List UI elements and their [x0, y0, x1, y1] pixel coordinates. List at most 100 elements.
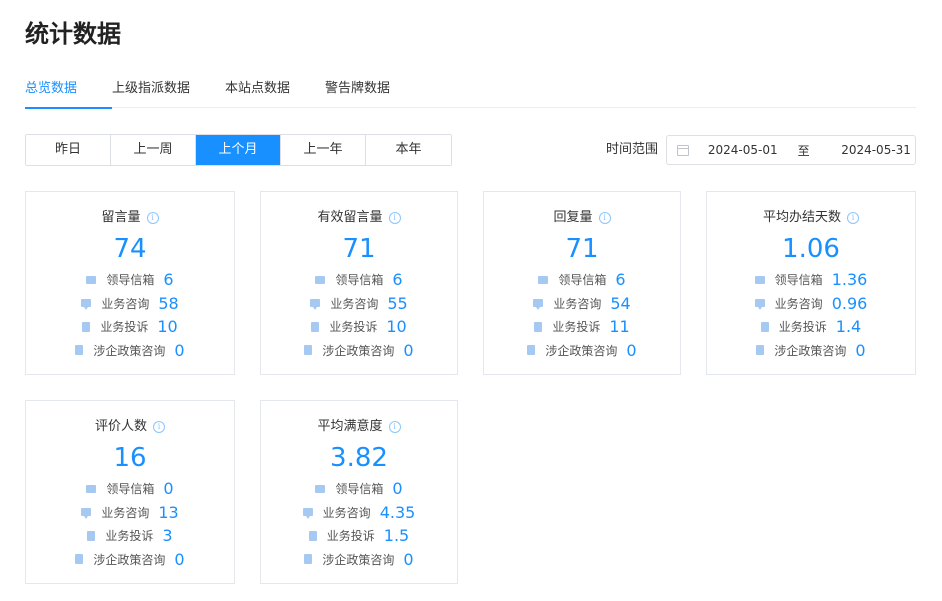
chat-icon — [754, 299, 765, 311]
period-this-year-button[interactable]: 本年 — [366, 135, 451, 165]
breakdown-label: 业务投诉 — [778, 320, 827, 335]
document-icon — [311, 321, 320, 332]
period-last-month-button[interactable]: 上个月 — [196, 135, 281, 165]
breakdown-value: 3 — [162, 526, 173, 546]
card-breakdown: 领导信箱 0 业务咨询 13 业务投诉 3 涉企政策咨询 0 — [26, 477, 234, 571]
breakdown-label: 业务投诉 — [326, 529, 375, 544]
breakdown-label: 领导信箱 — [335, 273, 384, 288]
card-title: 平均满意度 — [317, 419, 383, 434]
mail-icon — [538, 275, 549, 284]
info-icon[interactable]: i — [388, 421, 401, 433]
breakdown-value: 1.5 — [383, 526, 410, 546]
info-icon[interactable]: i — [146, 212, 159, 224]
date-range-label: 时间范围 — [606, 142, 659, 157]
period-selector: 昨日 上一周 上个月 上一年 本年 — [25, 134, 452, 166]
card-header: 回复量 i — [484, 209, 680, 227]
document-icon — [308, 530, 317, 541]
breakdown-label: 领导信箱 — [335, 482, 384, 497]
page-title: 统计数据 — [25, 20, 121, 48]
breakdown-row: 业务投诉 3 — [26, 524, 234, 548]
breakdown-row: 领导信箱 0 — [261, 477, 457, 501]
card-title: 评价人数 — [94, 419, 147, 434]
breakdown-label: 业务咨询 — [330, 296, 379, 311]
mail-icon — [86, 275, 97, 284]
tab-warning[interactable]: 警告牌数据 — [325, 78, 405, 108]
breakdown-value: 0 — [392, 479, 403, 499]
period-yesterday-button[interactable]: 昨日 — [26, 135, 111, 165]
stat-card-avg-days: 平均办结天数 i 1.06 领导信箱 1.36 业务咨询 0.96 业务投诉 1.4 涉… — [706, 191, 916, 375]
chat-icon — [81, 299, 92, 311]
card-header: 有效留言量 i — [261, 209, 457, 227]
breakdown-value: 0 — [626, 340, 637, 360]
breakdown-row: 领导信箱 1.36 — [707, 268, 915, 292]
breakdown-row: 涉企政策咨询 0 — [484, 339, 680, 363]
breakdown-value: 11 — [609, 317, 630, 337]
breakdown-label: 业务咨询 — [553, 296, 602, 311]
mail-icon — [754, 275, 765, 284]
breakdown-value: 10 — [386, 317, 407, 337]
breakdown-label: 业务投诉 — [100, 320, 149, 335]
breakdown-row: 业务投诉 1.5 — [261, 524, 457, 548]
card-value: 74 — [113, 234, 147, 264]
date-range-separator: 至 — [797, 143, 810, 158]
breakdown-value: 6 — [392, 270, 403, 290]
period-last-week-button[interactable]: 上一周 — [111, 135, 196, 165]
breakdown-row: 涉企政策咨询 0 — [26, 339, 234, 363]
date-range-start[interactable]: 2024-05-01 — [708, 143, 782, 157]
stat-card-messages: 留言量 i 74 领导信箱 6 业务咨询 58 业务投诉 10 涉企政策咨询 0 — [25, 191, 235, 375]
file-icon — [304, 345, 313, 356]
breakdown-label: 业务投诉 — [552, 320, 601, 335]
card-value: 71 — [565, 234, 599, 264]
breakdown-value: 0 — [163, 479, 174, 499]
document-icon — [534, 321, 543, 332]
card-title: 平均办结天数 — [762, 210, 841, 225]
chat-icon — [81, 508, 92, 520]
info-icon[interactable]: i — [847, 212, 859, 224]
breakdown-label: 涉企政策咨询 — [545, 343, 618, 358]
breakdown-label: 领导信箱 — [558, 273, 607, 288]
info-icon[interactable]: i — [388, 212, 401, 224]
tab-overview[interactable]: 总览数据 — [25, 78, 112, 109]
card-value: 71 — [342, 234, 376, 264]
stat-card-replies: 回复量 i 71 领导信箱 6 业务咨询 54 业务投诉 11 涉企政策咨询 0 — [483, 191, 681, 375]
card-value: 16 — [113, 443, 147, 473]
breakdown-label: 业务咨询 — [322, 505, 371, 520]
card-breakdown: 领导信箱 6 业务咨询 54 业务投诉 11 涉企政策咨询 0 — [484, 268, 680, 362]
date-range-end[interactable]: 2024-05-31 — [841, 143, 915, 157]
mail-icon — [315, 275, 326, 284]
info-icon[interactable]: i — [598, 212, 611, 224]
breakdown-row: 涉企政策咨询 0 — [707, 339, 915, 363]
breakdown-value: 58 — [158, 293, 179, 313]
breakdown-row: 涉企政策咨询 0 — [26, 548, 234, 572]
file-icon — [75, 554, 84, 565]
date-range-picker[interactable]: 2024-05-01 至 2024-05-31 — [666, 135, 916, 165]
breakdown-value: 10 — [157, 317, 178, 337]
chat-icon — [310, 299, 321, 311]
tab-bar: 总览数据 上级指派数据 本站点数据 警告牌数据 — [25, 78, 916, 109]
tab-assigned[interactable]: 上级指派数据 — [112, 78, 225, 108]
tab-site[interactable]: 本站点数据 — [225, 78, 325, 108]
card-breakdown: 领导信箱 6 业务咨询 55 业务投诉 10 涉企政策咨询 0 — [261, 268, 457, 362]
document-icon — [760, 321, 769, 332]
breakdown-label: 业务咨询 — [101, 505, 150, 520]
breakdown-label: 领导信箱 — [774, 273, 823, 288]
period-last-year-button[interactable]: 上一年 — [281, 135, 366, 165]
breakdown-value: 1.4 — [835, 317, 862, 337]
breakdown-value: 4.35 — [379, 502, 416, 522]
card-header: 评价人数 i — [26, 418, 234, 436]
document-icon — [82, 321, 91, 332]
breakdown-label: 涉企政策咨询 — [322, 343, 395, 358]
breakdown-row: 业务咨询 58 — [26, 292, 234, 316]
card-value: 1.06 — [782, 234, 840, 264]
card-breakdown: 领导信箱 1.36 业务咨询 0.96 业务投诉 1.4 涉企政策咨询 0 — [707, 268, 915, 362]
breakdown-label: 涉企政策咨询 — [322, 552, 395, 567]
breakdown-row: 业务咨询 55 — [261, 292, 457, 316]
breakdown-row: 业务投诉 1.4 — [707, 315, 915, 339]
breakdown-label: 涉企政策咨询 — [774, 343, 847, 358]
stat-card-raters: 评价人数 i 16 领导信箱 0 业务咨询 13 业务投诉 3 涉企政策咨询 0 — [25, 400, 235, 584]
breakdown-value: 0 — [174, 340, 185, 360]
breakdown-label: 业务投诉 — [329, 320, 378, 335]
breakdown-row: 领导信箱 6 — [261, 268, 457, 292]
stat-card-valid-messages: 有效留言量 i 71 领导信箱 6 业务咨询 55 业务投诉 10 涉企政策咨询 0 — [260, 191, 458, 375]
info-icon[interactable]: i — [153, 421, 165, 433]
